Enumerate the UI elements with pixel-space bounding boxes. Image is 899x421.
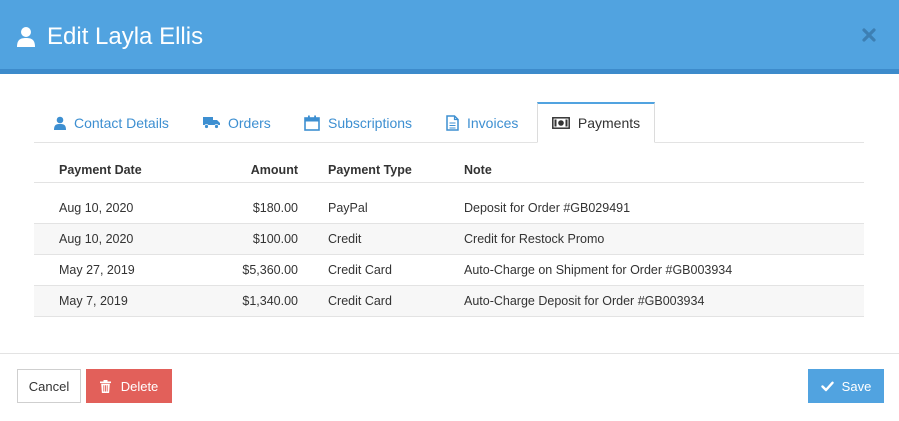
cancel-button-label: Cancel: [28, 378, 70, 394]
column-header-note[interactable]: Note: [464, 163, 492, 177]
money-icon: [551, 117, 570, 129]
user-icon: [54, 116, 66, 130]
tab-label: Subscriptions: [328, 114, 413, 131]
delete-button-label: Delete: [120, 378, 159, 394]
tab-contact-details[interactable]: Contact Details: [54, 103, 169, 142]
check-icon: [820, 381, 834, 391]
table-body: Aug 10, 2020 $180.00 PayPal Deposit for …: [34, 193, 864, 317]
cell-payment-type: PayPal: [328, 201, 368, 215]
tab-invoices[interactable]: Invoices: [446, 103, 518, 142]
cell-note: Auto-Charge Deposit for Order #GB003934: [464, 294, 705, 308]
table-header: Payment Date Amount Payment Type Note: [34, 158, 864, 183]
tab-orders[interactable]: Orders: [203, 103, 271, 142]
modal-title: Edit Layla Ellis: [47, 23, 204, 50]
cell-payment-type: Credit Card: [328, 294, 392, 308]
modal-header: Edit Layla Ellis: [0, 0, 899, 69]
user-icon: [17, 27, 35, 47]
cell-payment-type: Credit: [328, 232, 362, 246]
cell-payment-date: Aug 10, 2020: [59, 201, 134, 215]
table-row[interactable]: May 27, 2019 $5,360.00 Credit Card Auto-…: [34, 255, 864, 286]
tab-payments[interactable]: Payments: [537, 102, 655, 143]
column-header-amount[interactable]: Amount: [251, 163, 298, 177]
column-header-payment-type[interactable]: Payment Type: [328, 163, 412, 177]
cell-note: Deposit for Order #GB029491: [464, 201, 631, 215]
save-button-label: Save: [841, 378, 872, 394]
table-row[interactable]: Aug 10, 2020 $100.00 Credit Credit for R…: [34, 224, 864, 255]
tab-label: Invoices: [467, 114, 519, 131]
tab-label: Payments: [577, 115, 641, 131]
cell-amount: $100.00: [252, 232, 298, 246]
tab-label: Orders: [228, 114, 271, 131]
payments-table: Payment Date Amount Payment Type Note Au…: [34, 158, 864, 317]
table-row[interactable]: Aug 10, 2020 $180.00 PayPal Deposit for …: [34, 193, 864, 224]
truck-icon: [203, 117, 220, 129]
footer-divider: [0, 353, 899, 354]
tab-label: Contact Details: [74, 114, 169, 131]
delete-button[interactable]: Delete: [86, 369, 172, 403]
tab-bar: Contact Details Orders Subscriptions Inv…: [34, 102, 864, 143]
cell-payment-type: Credit Card: [328, 263, 392, 277]
cancel-button[interactable]: Cancel: [17, 369, 81, 403]
cell-amount: $180.00: [252, 201, 298, 215]
table-row[interactable]: May 7, 2019 $1,340.00 Credit Card Auto-C…: [34, 286, 864, 317]
cell-amount: $5,360.00: [242, 263, 298, 277]
trash-icon: [99, 379, 111, 393]
close-button[interactable]: [858, 24, 880, 46]
cell-payment-date: Aug 10, 2020: [59, 232, 134, 246]
close-icon: [862, 28, 876, 42]
column-header-payment-date[interactable]: Payment Date: [59, 163, 142, 177]
save-button[interactable]: Save: [808, 369, 884, 403]
tab-subscriptions[interactable]: Subscriptions: [304, 103, 412, 142]
cell-amount: $1,340.00: [242, 294, 298, 308]
header-accent-stripe: [0, 69, 899, 74]
cell-note: Credit for Restock Promo: [464, 232, 605, 246]
cell-note: Auto-Charge on Shipment for Order #GB003…: [464, 263, 733, 277]
document-icon: [446, 114, 459, 131]
cell-payment-date: May 7, 2019: [59, 294, 128, 308]
calendar-icon: [304, 115, 320, 131]
cell-payment-date: May 27, 2019: [59, 263, 135, 277]
